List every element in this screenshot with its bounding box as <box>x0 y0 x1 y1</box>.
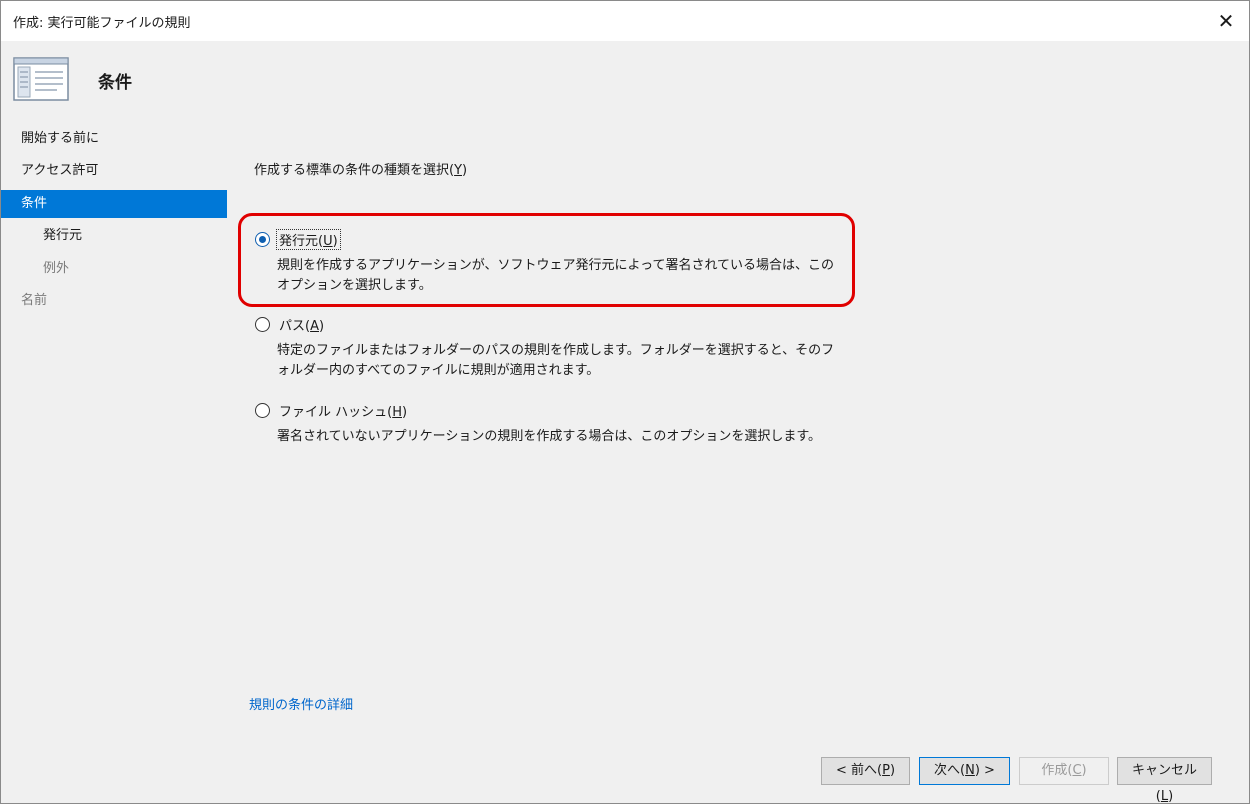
back-button[interactable]: < 前へ(P) <box>821 757 910 785</box>
path-description: 特定のファイルまたはフォルダーのパスの規則を作成します。フォルダーを選択すると、… <box>277 343 835 378</box>
path-label[interactable]: パス(A) <box>277 315 326 334</box>
condition-type-prompt: 作成する標準の条件の種類を選択(Y) <box>254 163 468 178</box>
page-title: 条件 <box>98 73 132 93</box>
publisher-description: 規則を作成するアプリケーションが、ソフトウェア発行元によって署名されている場合は… <box>277 258 835 293</box>
wizard-page-icon <box>13 57 69 101</box>
close-button[interactable]: ✕ <box>1203 1 1249 41</box>
wizard-steps-sidebar: 開始する前に アクセス許可 条件 発行元 例外 名前 <box>1 121 227 401</box>
publisher-label[interactable]: 発行元(U) <box>276 229 341 250</box>
cancel-button[interactable]: キャンセル(L) <box>1117 757 1212 804</box>
wizard-footer: < 前へ(P) 次へ(N) > 作成(C) キャンセル(L) <box>1 751 1249 804</box>
condition-details-link[interactable]: 規則の条件の詳細 <box>249 694 353 713</box>
sidebar-item-publisher[interactable]: 発行元 <box>1 222 227 250</box>
window-title: 作成: 実行可能ファイルの規則 <box>13 16 191 31</box>
file-hash-label[interactable]: ファイル ハッシュ(H) <box>277 401 409 420</box>
sidebar-item-permissions[interactable]: アクセス許可 <box>1 157 227 185</box>
sidebar-item-exceptions: 例外 <box>43 261 70 276</box>
file-hash-radio[interactable] <box>255 403 270 418</box>
page-header: 条件 <box>1 41 1249 111</box>
title-bar: 作成: 実行可能ファイルの規則 ✕ <box>1 1 1249 41</box>
create-button: 作成(C) <box>1019 757 1109 785</box>
sidebar-item-name: 名前 <box>21 293 48 308</box>
main-content: 作成する標準の条件の種類を選択(Y) 発行元(U) 規則を作成するアプリケーショ… <box>227 111 1249 751</box>
publisher-radio[interactable] <box>255 232 270 247</box>
close-icon: ✕ <box>1217 9 1235 33</box>
path-radio[interactable] <box>255 317 270 332</box>
sidebar-item-before-you-begin[interactable]: 開始する前に <box>1 125 227 153</box>
next-button[interactable]: 次へ(N) > <box>919 757 1010 785</box>
file-hash-description: 署名されていないアプリケーションの規則を作成する場合は、このオプションを選択しま… <box>277 429 822 444</box>
sidebar-item-conditions[interactable]: 条件 <box>1 190 227 218</box>
wizard-window: 作成: 実行可能ファイルの規則 ✕ 条件 開始する前に アクセス許可 条件 発行… <box>0 0 1250 804</box>
